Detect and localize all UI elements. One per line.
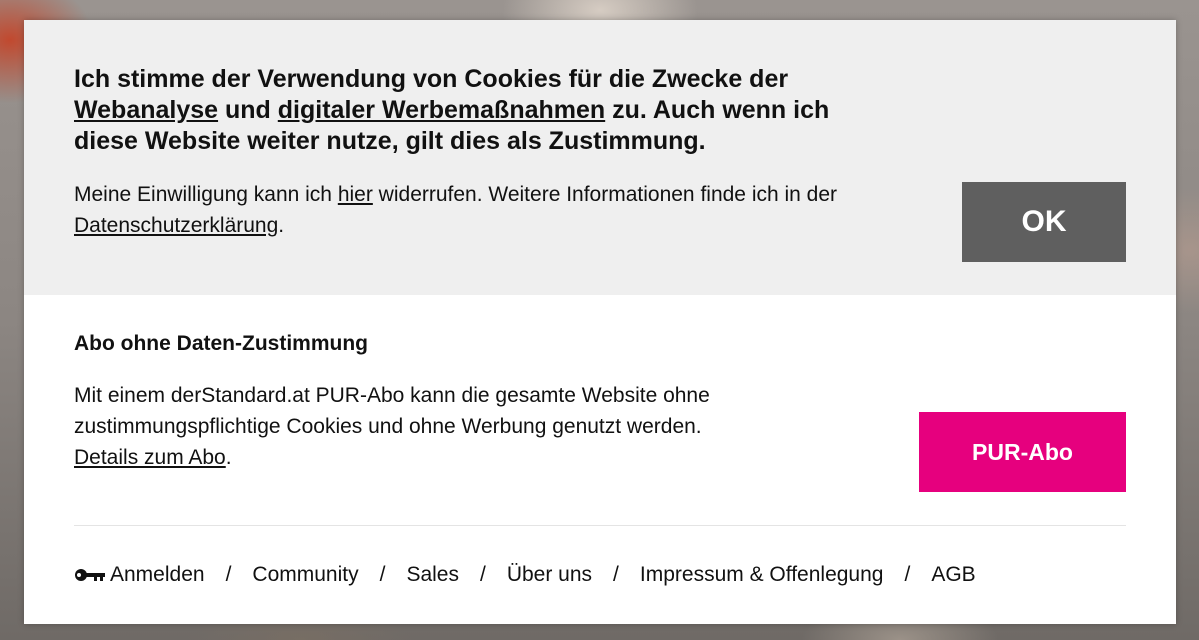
- webanalyse-link[interactable]: Webanalyse: [74, 96, 218, 124]
- footer-link-agb[interactable]: AGB: [931, 563, 975, 587]
- info-text-3: .: [278, 214, 285, 237]
- footer-separator: /: [225, 563, 232, 586]
- footer-separator: /: [479, 563, 486, 586]
- consent-section: Ich stimme der Verwendung von Cookies fü…: [24, 20, 1176, 295]
- footer-link-sales[interactable]: Sales: [406, 563, 459, 587]
- pur-abo-button[interactable]: PUR-Abo: [919, 412, 1126, 492]
- cookie-consent-dialog: Ich stimme der Verwendung von Cookies fü…: [24, 20, 1176, 624]
- werbemassnahmen-link[interactable]: digitaler Werbemaßnahmen: [278, 96, 605, 124]
- headline-text-2: und: [218, 96, 278, 124]
- consent-headline: Ich stimme der Verwendung von Cookies fü…: [74, 64, 874, 157]
- divider: [74, 525, 1126, 526]
- abo-description: Mit einem derStandard.at PUR-Abo kann di…: [74, 380, 894, 473]
- abo-text: Mit einem derStandard.at PUR-Abo kann di…: [74, 384, 710, 438]
- footer-separator: /: [613, 563, 619, 586]
- headline-text-1: Ich stimme der Verwendung von Cookies fü…: [74, 65, 789, 93]
- info-text-1: Meine Einwilligung kann ich: [74, 183, 338, 206]
- abo-details-link[interactable]: Details zum Abo: [74, 446, 226, 469]
- footer-link-label: Anmelden: [110, 563, 205, 586]
- ok-button[interactable]: OK: [962, 182, 1126, 262]
- info-text-2: widerrufen. Weitere Informationen finde …: [372, 183, 838, 206]
- footer-link-anmelden[interactable]: Anmelden: [74, 563, 205, 587]
- footer-link-impressum[interactable]: Impressum & Offenlegung: [640, 563, 884, 587]
- footer-link-community[interactable]: Community: [252, 563, 358, 587]
- abo-title: Abo ohne Daten-Zustimmung: [74, 332, 368, 355]
- key-icon: [75, 569, 105, 581]
- footer-nav: Anmelden / Community / Sales / Über uns …: [74, 560, 976, 590]
- footer-separator: /: [379, 563, 386, 586]
- privacy-policy-link[interactable]: Datenschutzerklärung: [74, 214, 278, 237]
- footer-link-ueber-uns[interactable]: Über uns: [507, 563, 592, 587]
- revoke-link[interactable]: hier: [338, 183, 373, 206]
- footer-separator: /: [904, 563, 911, 586]
- consent-info-text: Meine Einwilligung kann ich hier widerru…: [74, 179, 894, 241]
- abo-details-suffix: .: [225, 446, 232, 469]
